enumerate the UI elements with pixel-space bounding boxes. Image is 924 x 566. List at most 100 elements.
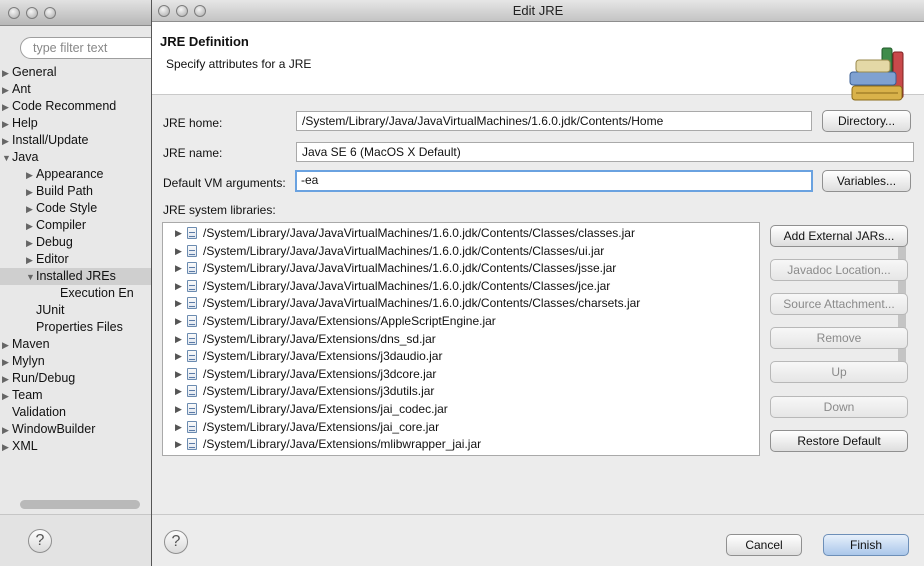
expand-library-icon[interactable]: ▶ [175,225,182,242]
preferences-titlebar [0,0,151,26]
disclosure-collapsed-icon[interactable]: ▶ [26,201,36,218]
tree-item[interactable]: ▶ Ant [0,81,151,99]
tree-item[interactable]: ▶ WindowBuilder [0,421,151,439]
expand-library-icon[interactable]: ▶ [175,366,182,383]
tree-item[interactable]: ▶ Mylyn [0,353,151,371]
expand-library-icon[interactable]: ▶ [175,383,182,400]
disclosure-collapsed-icon[interactable]: ▶ [26,167,36,184]
vm-arguments-field[interactable]: -ea [295,170,813,192]
jre-name-field[interactable]: Java SE 6 (MacOS X Default) [296,142,914,162]
disclosure-collapsed-icon[interactable]: ▶ [2,337,12,354]
tree-item[interactable]: ▶ Run/Debug [0,370,151,388]
preferences-footer: ? [0,514,151,566]
expand-library-icon[interactable]: ▶ [175,313,182,330]
disclosure-collapsed-icon[interactable]: ▶ [2,133,12,150]
tree-item[interactable]: ▶ Maven [0,336,151,354]
disclosure-collapsed-icon[interactable]: ▶ [2,65,12,82]
tree-item-label: Run/Debug [12,371,76,385]
tree-item[interactable]: ▶ Help [0,115,151,133]
disclosure-collapsed-icon[interactable]: ▶ [26,184,36,201]
tree-item[interactable]: ▶ Install/Update [0,132,151,150]
expand-library-icon[interactable]: ▶ [175,243,182,260]
disclosure-collapsed-icon[interactable]: ▶ [2,439,12,456]
disclosure-collapsed-icon[interactable]: ▶ [26,252,36,269]
tree-item[interactable]: ▶ Build Path [0,183,151,201]
tree-item-label: Maven [12,337,50,351]
disclosure-collapsed-icon[interactable]: ▶ [2,388,12,405]
expand-library-icon[interactable]: ▶ [175,401,182,418]
expand-library-icon[interactable]: ▶ [175,331,182,348]
jar-file-icon [187,244,197,257]
horizontal-scrollbar[interactable] [20,500,140,509]
disclosure-collapsed-icon[interactable]: ▶ [26,218,36,235]
tree-item[interactable]: ▼Installed JREs [0,268,151,286]
tree-item-label: Help [12,116,38,130]
jar-file-icon [187,262,197,275]
library-path: /System/Library/Java/Extensions/mlibwrap… [203,437,482,452]
disclosure-collapsed-icon[interactable]: ▶ [2,422,12,439]
tree-item[interactable]: ▶ Team [0,387,151,405]
jar-file-icon [187,385,197,398]
tree-item[interactable]: Validation [0,404,151,421]
library-path: /System/Library/Java/Extensions/j3dcore.… [203,366,437,381]
tree-item-label: General [12,65,57,79]
restore-default-button[interactable]: Restore Default [770,430,908,452]
jar-file-icon [187,403,197,415]
tree-item[interactable]: ▶ XML [0,438,151,456]
tree-item-label: Compiler [36,218,87,232]
jar-file-icon [187,297,197,310]
dialog-help-icon[interactable]: ? [164,530,188,554]
variables-button[interactable]: Variables... [822,170,911,192]
zoom-window-icon[interactable] [44,7,56,19]
expand-library-icon[interactable]: ▶ [175,348,182,365]
filter-input[interactable]: type filter text [20,37,151,59]
tree-item-label: XML [12,439,38,453]
tree-item[interactable]: JUnit [0,302,151,319]
directory-button[interactable]: Directory... [822,110,911,132]
library-path: /System/Library/Java/JavaVirtualMachines… [203,296,641,311]
tree-item[interactable]: ▼Java [0,149,151,167]
tree-item[interactable]: ▶ General [0,64,151,82]
tree-item-label: Code Style [36,201,98,215]
jre-home-label: JRE home: [163,116,223,130]
remove-button[interactable]: Remove [770,327,908,349]
dialog-banner: JRE Definition Specify attributes for a … [152,22,924,101]
tree-item[interactable]: ▶ Editor [0,251,151,269]
disclosure-collapsed-icon[interactable]: ▶ [2,116,12,133]
finish-button[interactable]: Finish [823,534,909,556]
tree-item[interactable]: ▶ Appearance [0,166,151,184]
tree-item[interactable]: ▶ Code Style [0,200,151,218]
up-button[interactable]: Up [770,361,908,383]
disclosure-expanded-icon[interactable]: ▼ [2,150,12,167]
tree-item[interactable]: ▶ Code Recommend [0,98,151,116]
expand-library-icon[interactable]: ▶ [175,278,182,295]
expand-library-icon[interactable]: ▶ [175,295,182,312]
tree-item[interactable]: Execution En [0,285,151,302]
tree-item[interactable]: Properties Files [0,319,151,336]
system-libraries-list[interactable]: ▶ /System/Library/Java/JavaVirtualMachine… [162,222,760,456]
tree-item[interactable]: ▶ Debug [0,234,151,252]
minimize-window-icon[interactable] [26,7,38,19]
add-external-jars-button[interactable]: Add External JARs... [770,225,908,247]
disclosure-collapsed-icon[interactable]: ▶ [2,82,12,99]
jre-name-label: JRE name: [163,146,223,160]
library-path: /System/Library/Java/Extensions/AppleScr… [203,314,496,328]
jar-file-icon [187,350,197,363]
disclosure-collapsed-icon[interactable]: ▶ [2,371,12,388]
expand-library-icon[interactable]: ▶ [175,436,182,453]
expand-library-icon[interactable]: ▶ [175,260,182,277]
help-icon[interactable]: ? [28,529,52,553]
javadoc-location-button[interactable]: Javadoc Location... [770,259,908,281]
source-attachment-button[interactable]: Source Attachment... [770,293,908,315]
library-path: /System/Library/Java/Extensions/j3dutils… [203,384,435,399]
expand-library-icon[interactable]: ▶ [175,419,182,436]
close-window-icon[interactable] [8,7,20,19]
jre-home-field[interactable]: /System/Library/Java/JavaVirtualMachines… [296,111,812,131]
cancel-button[interactable]: Cancel [726,534,802,556]
down-button[interactable]: Down [770,396,908,418]
disclosure-collapsed-icon[interactable]: ▶ [26,235,36,252]
tree-item[interactable]: ▶ Compiler [0,217,151,235]
disclosure-collapsed-icon[interactable]: ▶ [2,99,12,116]
disclosure-expanded-icon[interactable]: ▼ [26,269,36,286]
disclosure-collapsed-icon[interactable]: ▶ [2,354,12,371]
